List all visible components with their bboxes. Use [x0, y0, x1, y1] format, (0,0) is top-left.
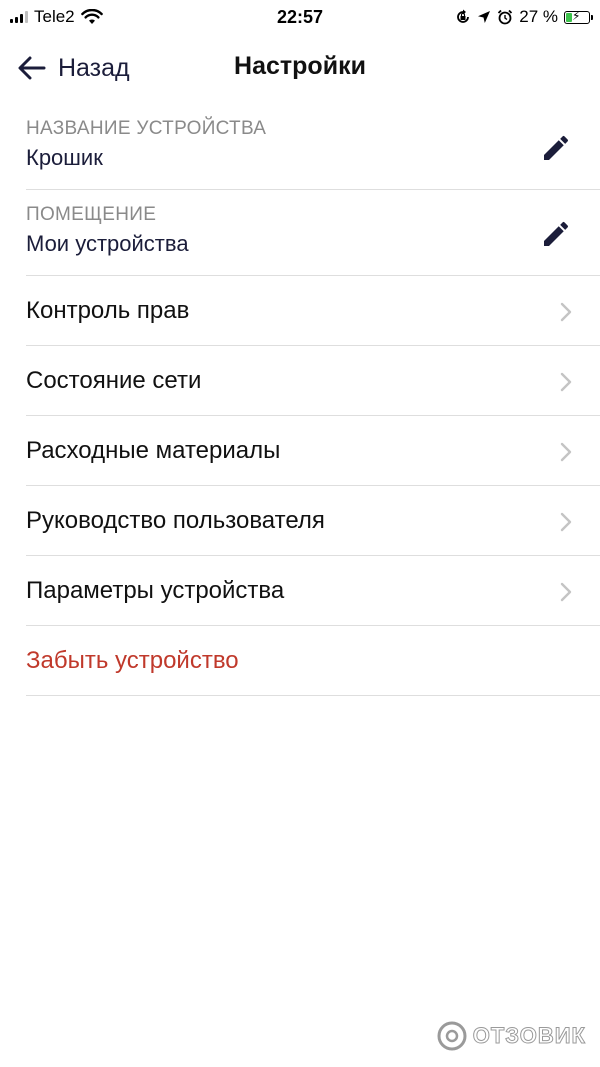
watermark-logo-icon: [437, 1021, 467, 1051]
menu-item-user-manual[interactable]: Руководство пользователя: [26, 486, 600, 556]
room-value: Мои устройства: [26, 231, 189, 256]
nav-bar: Назад Настройки: [0, 34, 600, 100]
pencil-icon[interactable]: [540, 132, 572, 164]
menu-item-network-status[interactable]: Состояние сети: [26, 346, 600, 416]
chevron-right-icon: [560, 372, 572, 392]
wifi-icon: [80, 9, 103, 24]
menu-item-label: Контроль прав: [26, 296, 190, 324]
menu-item-label: Расходные материалы: [26, 436, 281, 464]
chevron-right-icon: [560, 442, 572, 462]
device-name-value: Крошик: [26, 145, 103, 170]
watermark-text: ОТЗОВИК: [472, 1023, 586, 1049]
pencil-icon[interactable]: [540, 218, 572, 250]
menu-item-label: Состояние сети: [26, 366, 202, 394]
menu-item-rights-control[interactable]: Контроль прав: [26, 276, 600, 346]
chevron-right-icon: [560, 302, 572, 322]
room-field[interactable]: ПОМЕЩЕНИЕ Мои устройства: [26, 190, 600, 276]
chevron-right-icon: [560, 582, 572, 602]
settings-list: НАЗВАНИЕ УСТРОЙСТВА Крошик ПОМЕЩЕНИЕ Мои…: [26, 104, 600, 696]
menu-item-consumables[interactable]: Расходные материалы: [26, 416, 600, 486]
watermark: ОТЗОВИК: [437, 1021, 586, 1051]
forget-device-label: Забыть устройство: [26, 646, 239, 674]
device-name-label: НАЗВАНИЕ УСТРОЙСТВА: [26, 118, 267, 139]
page-title: Настройки: [234, 52, 366, 80]
rotation-lock-icon: [457, 9, 470, 23]
menu-item-device-parameters[interactable]: Параметры устройства: [26, 556, 600, 626]
chevron-right-icon: [560, 512, 572, 532]
room-label: ПОМЕЩЕНИЕ: [26, 204, 157, 225]
signal-icon: [10, 11, 28, 23]
carrier-label: Tele2: [34, 7, 75, 26]
menu-item-label: Руководство пользователя: [26, 506, 325, 534]
status-right: 27 % ⚡: [455, 7, 593, 27]
status-left: Tele2: [10, 7, 103, 27]
location-icon: [478, 11, 491, 23]
battery-icon: ⚡: [564, 8, 593, 24]
forget-device-button[interactable]: Забыть устройство: [26, 626, 600, 696]
menu-item-label: Параметры устройства: [26, 576, 285, 604]
device-name-field[interactable]: НАЗВАНИЕ УСТРОЙСТВА Крошик: [26, 104, 600, 190]
settings-screen: Tele2 22:57 27 % ⚡ Назад Настройки НАЗВА…: [0, 0, 600, 1067]
battery-percent: 27 %: [519, 7, 558, 26]
charging-bolt-icon: ⚡: [572, 8, 581, 23]
status-bar: Tele2 22:57 27 % ⚡: [0, 0, 600, 34]
alarm-icon: [498, 9, 513, 25]
